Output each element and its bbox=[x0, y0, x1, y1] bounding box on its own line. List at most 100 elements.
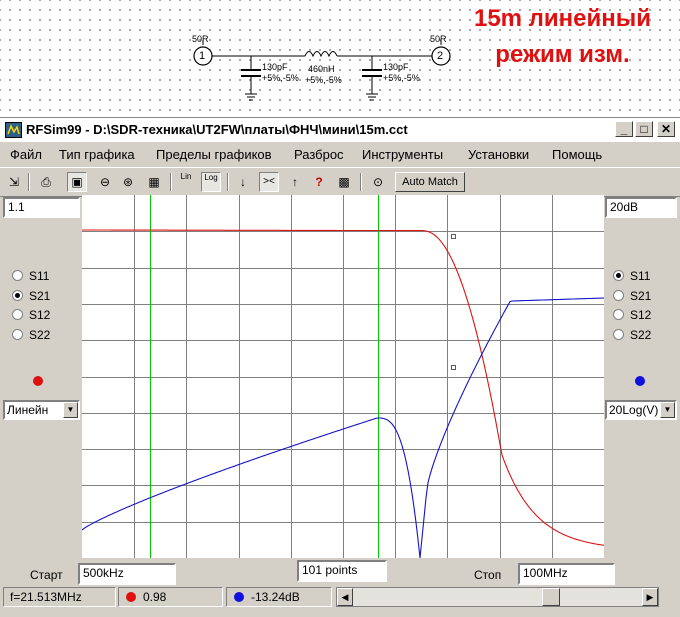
inductor-symbol bbox=[304, 51, 338, 58]
points-input[interactable]: 101 points bbox=[297, 560, 387, 582]
radio-label: S12 bbox=[29, 308, 51, 322]
tune-icon[interactable]: ⊙ bbox=[368, 172, 388, 192]
scroll-right-icon[interactable]: ▶ bbox=[642, 588, 658, 606]
window-title: RFSim99 - D:\SDR-техника\UT2FW\платы\ФНЧ… bbox=[26, 122, 408, 137]
print-icon[interactable]: ⎙ bbox=[36, 172, 56, 192]
menu-file[interactable]: Файл bbox=[10, 147, 42, 162]
menu-chart-type[interactable]: Тип графика bbox=[59, 147, 135, 162]
red-trace-marker bbox=[451, 234, 456, 239]
title-bar: RFSim99 - D:\SDR-техника\UT2FW\платы\ФНЧ… bbox=[0, 117, 680, 142]
menu-spread[interactable]: Разброс bbox=[294, 147, 344, 162]
l1-value: 460nH bbox=[308, 64, 335, 74]
radio-label: S22 bbox=[630, 328, 652, 342]
arrow-down-icon[interactable]: ↓ bbox=[233, 172, 253, 192]
radio-circle bbox=[613, 270, 624, 281]
toolbar-separator bbox=[170, 173, 172, 191]
radio-circle bbox=[613, 329, 624, 340]
left-radio-s22[interactable]: S22 bbox=[12, 326, 50, 344]
radio-label: S12 bbox=[630, 308, 652, 322]
grid-icon[interactable]: ▩ bbox=[334, 172, 354, 192]
arrow-up-icon[interactable]: ↑ bbox=[285, 172, 305, 192]
radio-label: S11 bbox=[630, 269, 651, 283]
menu-help[interactable]: Помощь bbox=[552, 147, 602, 162]
left-radio-s12[interactable]: S12 bbox=[12, 306, 50, 324]
status-red-value: 0.98 bbox=[118, 587, 223, 607]
menu-settings[interactable]: Установки bbox=[468, 147, 529, 162]
minimize-button[interactable]: _ bbox=[615, 121, 633, 137]
maximize-button[interactable]: □ bbox=[635, 121, 653, 137]
left-scale-input[interactable]: 1.1 bbox=[3, 197, 80, 218]
radio-label: S21 bbox=[29, 289, 51, 303]
c2-tolerance: +5%,-5% bbox=[383, 73, 420, 83]
port1-number: 1 bbox=[199, 50, 206, 62]
blue-dot-icon bbox=[234, 592, 244, 602]
right-radio-s21[interactable]: S21 bbox=[613, 287, 651, 305]
port2-number: 2 bbox=[437, 50, 444, 62]
chevron-down-icon: ▼ bbox=[660, 402, 675, 418]
radio-label: S21 bbox=[630, 289, 652, 303]
left-radio-s21[interactable]: S21 bbox=[12, 287, 50, 305]
radio-label: S11 bbox=[29, 269, 50, 283]
toolbar-separator bbox=[28, 173, 30, 191]
rect-plot-icon[interactable]: ▣ bbox=[67, 172, 87, 192]
c2-value: 130pF bbox=[383, 62, 409, 72]
toolbar-separator bbox=[360, 173, 362, 191]
blue-trace-marker bbox=[451, 365, 456, 370]
annotation-line1: 15m линейный bbox=[473, 5, 652, 32]
red-value-text: 0.98 bbox=[143, 590, 167, 604]
c1-value: 130pF bbox=[262, 62, 288, 72]
right-radio-s11[interactable]: S11 bbox=[613, 267, 650, 285]
port1-impedance: 50R bbox=[192, 34, 209, 44]
l1-tolerance: +5%,-5% bbox=[305, 75, 342, 85]
left-radio-s11[interactable]: S11 bbox=[12, 267, 49, 285]
help-context-icon[interactable]: ? bbox=[309, 172, 329, 192]
stop-label: Стоп bbox=[474, 568, 502, 582]
status-frequency: f=21.513MHz bbox=[3, 587, 116, 607]
right-scale-mode-select[interactable]: 20Log(V) ▼ bbox=[605, 400, 677, 420]
close-button[interactable]: ✕ bbox=[657, 121, 675, 137]
right-radio-s12[interactable]: S12 bbox=[613, 306, 651, 324]
radio-circle bbox=[12, 329, 23, 340]
menu-tools[interactable]: Инструменты bbox=[362, 147, 443, 162]
status-blue-value: -13.24dB bbox=[226, 587, 332, 607]
app-icon bbox=[5, 122, 22, 138]
scroll-left-icon[interactable]: ◀ bbox=[337, 588, 353, 606]
schematic-canvas: 50R 1 50R 2 130pF +5%,-5% 460nH +5%,-5% … bbox=[0, 0, 680, 115]
export-icon[interactable]: ⇲ bbox=[4, 172, 24, 192]
left-scale-mode-select[interactable]: Линейн ▼ bbox=[3, 400, 80, 420]
right-scale-input[interactable]: 20dB bbox=[605, 197, 677, 218]
auto-match-button[interactable]: Auto Match bbox=[395, 172, 465, 192]
radio-circle bbox=[12, 270, 23, 281]
port2-impedance: 50R bbox=[430, 34, 447, 44]
start-frequency-input[interactable]: 500kHz bbox=[78, 563, 176, 585]
plot-area bbox=[82, 195, 604, 558]
menu-bar: Файл Тип графика Пределы графиков Разбро… bbox=[0, 143, 680, 165]
right-radio-s22[interactable]: S22 bbox=[613, 326, 651, 344]
menu-chart-limits[interactable]: Пределы графиков bbox=[156, 147, 272, 162]
polar-chart-icon[interactable]: ⊛ bbox=[118, 172, 138, 192]
stop-frequency-input[interactable]: 100MHz bbox=[518, 563, 615, 585]
left-trace-color-dot bbox=[33, 376, 43, 386]
smith-chart-icon[interactable]: ⊖ bbox=[95, 172, 115, 192]
radio-circle bbox=[613, 309, 624, 320]
table-icon[interactable]: ▦ bbox=[144, 172, 164, 192]
plot-marker-lines bbox=[150, 195, 379, 558]
red-dot-icon bbox=[126, 592, 136, 602]
log-scale-button[interactable]: Log bbox=[201, 172, 221, 192]
scrollbar-thumb[interactable] bbox=[542, 588, 560, 606]
radio-circle bbox=[613, 290, 624, 301]
lin-scale-button[interactable]: Lin bbox=[176, 172, 196, 192]
toolbar: ⇲ ⎙ ▣ ⊖ ⊛ ▦ Lin Log ↓ >< ↑ ? ▩ ⊙ Auto Ma… bbox=[0, 167, 680, 197]
blue-value-text: -13.24dB bbox=[251, 590, 300, 604]
select-value: 20Log(V) bbox=[609, 403, 659, 417]
radio-circle bbox=[12, 309, 23, 320]
frequency-scrollbar[interactable]: ◀ ▶ bbox=[336, 587, 659, 607]
annotation-line2: режим изм. bbox=[495, 41, 630, 68]
start-label: Старт bbox=[30, 568, 63, 582]
radio-label: S22 bbox=[29, 328, 51, 342]
lin-label: Lin bbox=[180, 172, 192, 181]
log-label: Log bbox=[204, 173, 218, 182]
radio-circle bbox=[12, 290, 23, 301]
zoom-in-icon[interactable]: >< bbox=[259, 172, 279, 192]
select-value: Линейн bbox=[7, 403, 49, 417]
